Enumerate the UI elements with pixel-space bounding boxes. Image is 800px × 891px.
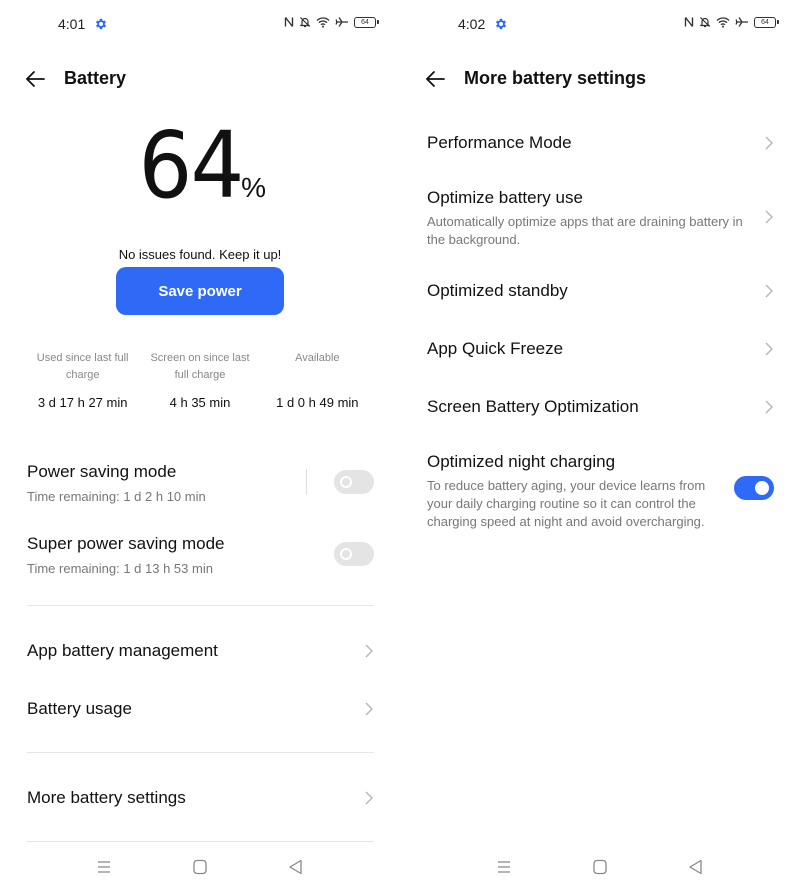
toggle-separator [306, 469, 307, 495]
row-subtitle: Time remaining: 1 d 13 h 53 min [27, 561, 213, 576]
menu-item-battery-usage[interactable]: Battery usage [27, 699, 374, 719]
stat-value: 4 h 35 min [169, 395, 231, 410]
setting-optimized-standby[interactable]: Optimized standby [427, 281, 774, 301]
menu-item-more-battery-settings[interactable]: More battery settings [27, 788, 374, 808]
super-power-saving-mode-row[interactable]: Super power saving mode Time remaining: … [27, 534, 374, 578]
back-arrow-icon[interactable] [24, 68, 46, 90]
optimized-night-charging-toggle[interactable] [734, 476, 774, 500]
chevron-right-icon [365, 791, 373, 805]
row-title: Performance Mode [427, 133, 572, 152]
battery-status-text: No issues found. Keep it up! [118, 247, 282, 262]
stat-used-since-charge: Used since last full charge 3 d 17 h 27 … [24, 350, 141, 410]
chevron-right-icon [365, 702, 373, 716]
stat-value: 1 d 0 h 49 min [276, 395, 359, 410]
divider [27, 605, 374, 606]
navigation-bar [0, 855, 400, 879]
chevron-right-icon [765, 342, 773, 356]
row-title: Power saving mode [27, 462, 177, 481]
save-power-button[interactable]: Save power [116, 267, 284, 315]
battery-icon: 64 [754, 16, 779, 28]
wifi-icon [316, 17, 330, 28]
status-time: 4:01 [58, 16, 86, 32]
row-title: App battery management [27, 641, 218, 660]
row-title: More battery settings [27, 788, 186, 807]
chevron-right-icon [765, 210, 773, 224]
stat-label: Available [295, 352, 340, 364]
navigation-bar [400, 855, 800, 879]
notifications-off-icon [299, 17, 311, 28]
stat-label: Screen on since last full charge [150, 352, 250, 381]
back-nav-icon[interactable] [286, 857, 306, 877]
menu-item-app-battery-management[interactable]: App battery management [27, 641, 374, 661]
recent-apps-icon[interactable] [94, 857, 114, 877]
setting-app-quick-freeze[interactable]: App Quick Freeze [427, 339, 774, 359]
row-title: Screen Battery Optimization [427, 397, 639, 416]
stat-value: 3 d 17 h 27 min [37, 395, 128, 410]
setting-screen-battery-optimization[interactable]: Screen Battery Optimization [427, 397, 774, 417]
chevron-right-icon [365, 644, 373, 658]
super-power-saving-mode-toggle[interactable] [334, 542, 374, 566]
row-title: Super power saving mode [27, 534, 225, 553]
divider [27, 841, 374, 842]
setting-optimize-battery-use[interactable]: Optimize battery use Automatically optim… [427, 188, 774, 249]
app-bar: More battery settings [400, 64, 800, 94]
recent-apps-icon[interactable] [494, 857, 514, 877]
stat-label: Used since last full charge [36, 352, 129, 381]
stat-available: Available 1 d 0 h 49 min [259, 350, 376, 410]
toggle-knob [755, 481, 769, 495]
airplane-mode-icon [335, 17, 348, 27]
chevron-right-icon [765, 284, 773, 298]
row-subtitle: Automatically optimize apps that are dra… [427, 214, 743, 247]
home-icon[interactable] [190, 857, 210, 877]
row-title: Optimized night charging [427, 452, 616, 471]
page-title: Battery [64, 68, 127, 88]
page-title: More battery settings [464, 68, 647, 88]
percent-sign: % [241, 172, 266, 203]
nfc-icon [284, 17, 294, 27]
settings-gear-icon [95, 18, 107, 30]
row-subtitle: To reduce battery aging, your device lea… [427, 478, 706, 529]
chevron-right-icon [765, 136, 773, 150]
toggle-knob [340, 476, 352, 488]
row-title: Optimized standby [427, 281, 568, 300]
home-icon[interactable] [590, 857, 610, 877]
battery-screen: 4:01 64 Battery 64% No issues found. Kee… [0, 0, 400, 891]
setting-performance-mode[interactable]: Performance Mode [427, 133, 774, 153]
toggle-knob [340, 548, 352, 560]
battery-icon: 64 [354, 16, 379, 28]
stat-screen-on: Screen on since last full charge 4 h 35 … [141, 350, 258, 410]
notifications-off-icon [699, 17, 711, 28]
airplane-mode-icon [735, 17, 748, 27]
chevron-right-icon [765, 400, 773, 414]
settings-gear-icon [495, 18, 507, 30]
status-bar: 4:01 64 [0, 14, 400, 34]
row-title: Battery usage [27, 699, 132, 718]
status-time: 4:02 [458, 16, 486, 32]
usage-stats: Used since last full charge 3 d 17 h 27 … [24, 350, 376, 410]
nfc-icon [684, 17, 694, 27]
row-title: Optimize battery use [427, 188, 583, 207]
back-arrow-icon[interactable] [424, 68, 446, 90]
status-bar: 4:02 64 [400, 14, 800, 34]
battery-percent-value: 64 [138, 112, 245, 219]
divider [27, 752, 374, 753]
battery-percentage: 64% [0, 112, 400, 219]
power-saving-mode-row[interactable]: Power saving mode Time remaining: 1 d 2 … [27, 462, 374, 506]
row-title: App Quick Freeze [427, 339, 564, 358]
row-subtitle: Time remaining: 1 d 2 h 10 min [27, 489, 206, 504]
wifi-icon [716, 17, 730, 28]
setting-optimized-night-charging[interactable]: Optimized night charging To reduce batte… [427, 452, 774, 531]
back-nav-icon[interactable] [686, 857, 706, 877]
app-bar: Battery [0, 64, 400, 94]
more-battery-settings-screen: 4:02 64 More battery settings Performanc… [400, 0, 800, 891]
power-saving-mode-toggle[interactable] [334, 470, 374, 494]
